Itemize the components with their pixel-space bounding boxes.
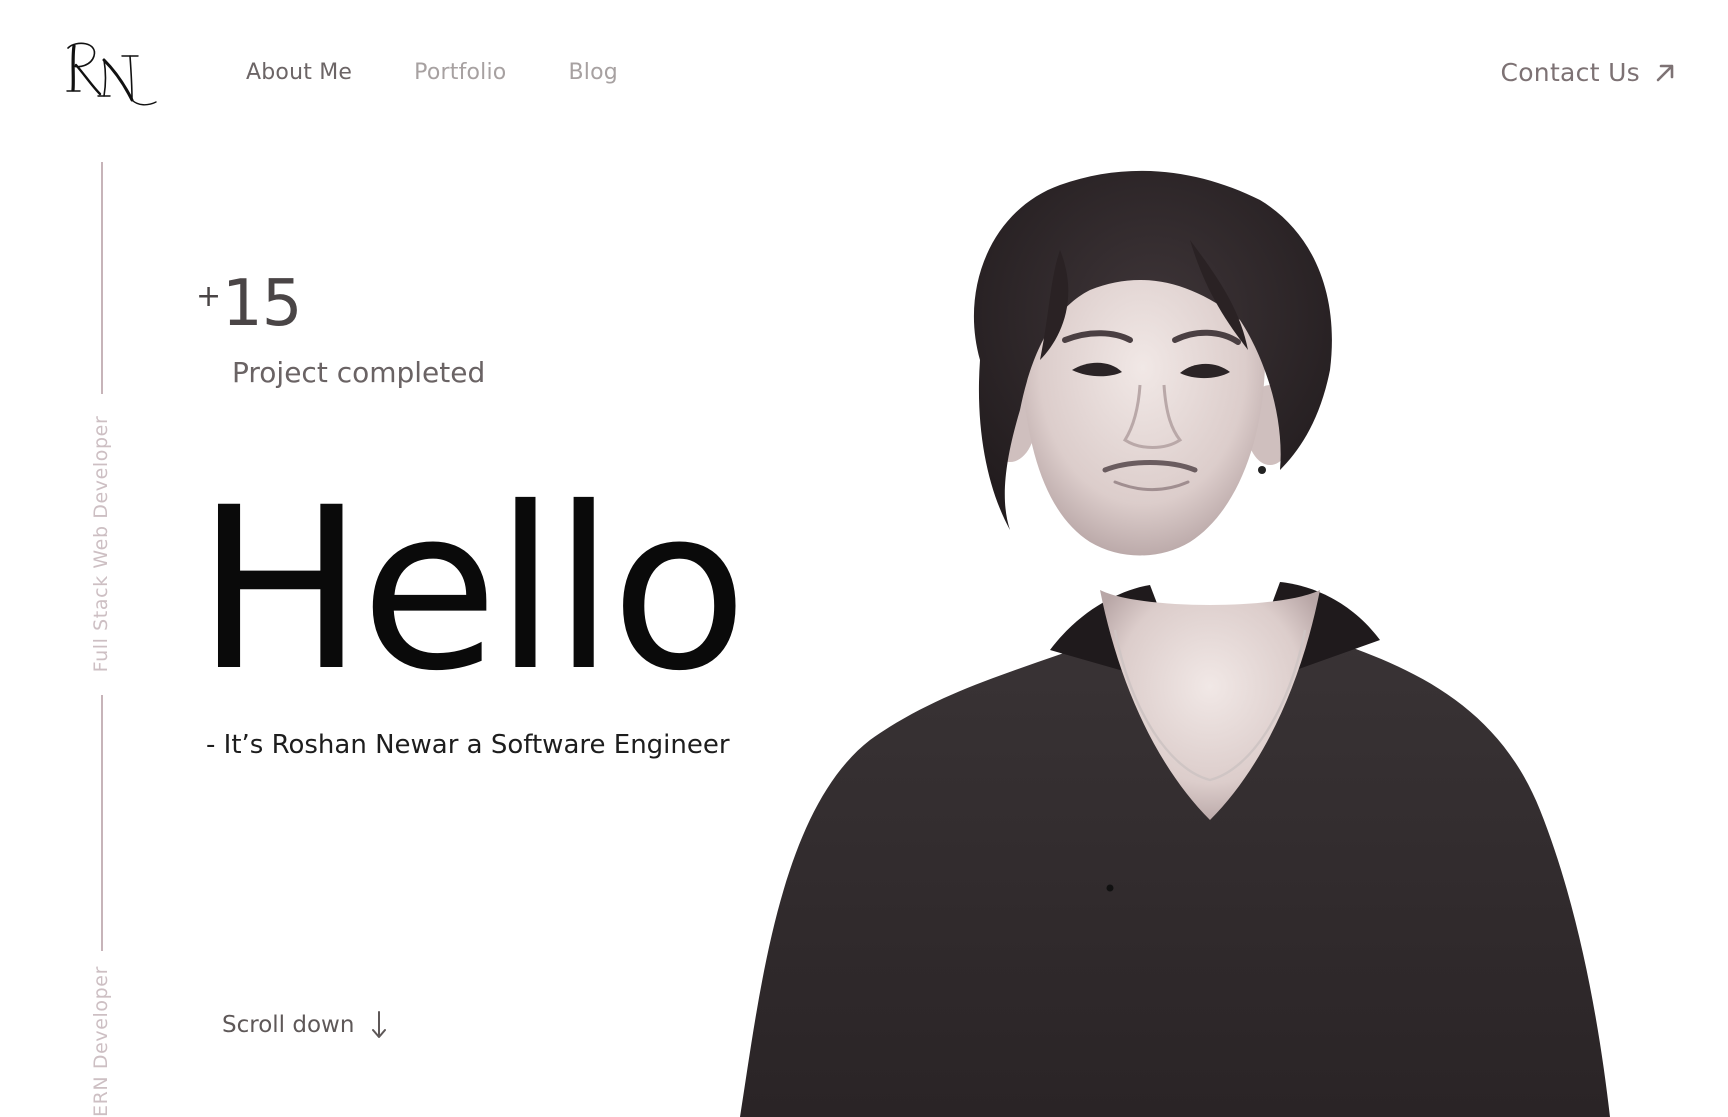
rail-divider-top xyxy=(101,162,103,394)
arrow-down-icon xyxy=(372,1011,387,1038)
rail-role-fullstack: Full Stack Web Developer xyxy=(90,415,112,673)
rail-role-mern: MERN Developer xyxy=(90,966,112,1117)
stat-label: Project completed xyxy=(232,356,486,389)
stat-prefix: + xyxy=(196,279,222,314)
nav-portfolio[interactable]: Portfolio xyxy=(414,60,506,85)
nav-about-me[interactable]: About Me xyxy=(246,60,352,85)
hero-greeting: Hello xyxy=(196,459,748,720)
rail-divider-bottom xyxy=(101,695,103,951)
main-nav: About Me Portfolio Blog xyxy=(246,60,618,85)
logo-monogram-icon xyxy=(66,42,157,106)
logo[interactable] xyxy=(64,38,160,108)
scroll-down-label: Scroll down xyxy=(222,1012,355,1038)
nav-blog[interactable]: Blog xyxy=(568,60,617,85)
portrait-photo xyxy=(720,170,1680,1117)
hero-tagline: - It’s Roshan Newar a Software Engineer xyxy=(206,730,730,760)
stat-count: 15 xyxy=(222,267,302,341)
scroll-down-button[interactable]: Scroll down xyxy=(222,1010,388,1040)
arrow-up-right-icon xyxy=(1656,64,1674,81)
contact-us-button[interactable]: Contact Us xyxy=(1500,58,1676,87)
contact-us-label: Contact Us xyxy=(1500,58,1640,87)
page: About Me Portfolio Blog Contact Us Full … xyxy=(0,0,1728,1117)
